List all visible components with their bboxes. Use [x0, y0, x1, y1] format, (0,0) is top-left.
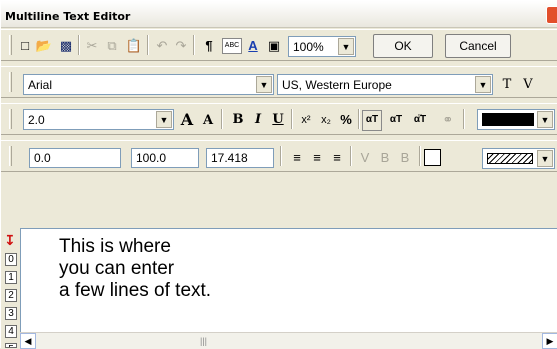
editor-line[interactable]: a few lines of text.: [59, 280, 211, 302]
line-number[interactable]: 5: [5, 343, 17, 348]
font-select[interactable]: Arial ▼: [23, 74, 274, 95]
text-height-value: 2.0: [28, 113, 45, 127]
true-type-font-icon[interactable]: T: [498, 76, 516, 94]
align-center-icon[interactable]: ≡: [308, 149, 326, 167]
align-right-icon[interactable]: ≡: [328, 149, 346, 167]
line-number[interactable]: 4: [5, 325, 17, 338]
language-value: US, Western Europe: [282, 78, 392, 92]
overline-icon[interactable]: α̈T: [411, 111, 429, 129]
line-number[interactable]: 1: [5, 271, 17, 284]
toolbar-separator: [291, 109, 293, 129]
toolbar-separator: [193, 35, 195, 55]
oblique-angle-field[interactable]: 0.0: [29, 148, 121, 168]
underline-icon[interactable]: U: [269, 111, 287, 129]
ok-button[interactable]: OK: [373, 34, 433, 58]
toolbar-format: 2.0 ▼ A A B I U x² x₂ % αT αT α̈T ⚭ ▼: [1, 103, 557, 135]
cancel-button[interactable]: Cancel: [445, 34, 511, 58]
vertical-text-icon[interactable]: V: [519, 76, 537, 94]
toolbar-separator: [350, 146, 352, 166]
toolbar-separator: [221, 109, 223, 129]
width-factor-value: 100.0: [136, 151, 167, 165]
background-mask-icon[interactable]: ▣: [265, 37, 283, 55]
horizontal-scrollbar[interactable]: ◀ ||| ▶: [20, 332, 557, 349]
increase-size-icon[interactable]: A: [178, 111, 196, 129]
tracking-field[interactable]: 17.418: [206, 148, 274, 168]
align-left-icon[interactable]: ≡: [288, 149, 306, 167]
redo-icon[interactable]: ↷: [172, 37, 190, 55]
oblique-angle-value: 0.0: [34, 151, 51, 165]
color-select[interactable]: ▼: [477, 109, 555, 130]
toolbar-separator: [463, 109, 465, 129]
undo-icon[interactable]: ↶: [153, 37, 171, 55]
save-icon[interactable]: ▩: [57, 37, 75, 55]
editor-line[interactable]: This is where: [59, 236, 171, 258]
vertical-align-top-icon[interactable]: V: [356, 149, 374, 167]
line-gutter: ↧ 0 1 2 3 4 5: [1, 228, 20, 349]
line-number[interactable]: 2: [5, 289, 17, 302]
decrease-size-icon[interactable]: A: [199, 112, 217, 130]
superscript-icon[interactable]: x²: [297, 111, 315, 129]
toolbar-spacing: 0.0 100.0 17.418 ≡ ≡ ≡ V B B ▼: [1, 140, 557, 172]
special-characters-icon[interactable]: ABC: [222, 38, 242, 54]
italic-icon[interactable]: I: [249, 111, 267, 129]
chevron-down-icon[interactable]: ▼: [256, 76, 272, 93]
lowercase-icon[interactable]: αT: [387, 111, 405, 129]
symbol-icon[interactable]: ⚭: [439, 111, 457, 129]
uppercase-icon[interactable]: αT: [362, 110, 382, 131]
toolbar-separator: [280, 146, 282, 166]
paragraph-icon[interactable]: ¶: [200, 37, 218, 55]
open-folder-icon[interactable]: 📂: [35, 37, 53, 55]
vertical-align-bottom-icon[interactable]: B: [396, 149, 414, 167]
vertical-align-middle-icon[interactable]: B: [376, 149, 394, 167]
toolbar-grip[interactable]: [9, 72, 12, 92]
line-number[interactable]: 0: [5, 253, 17, 266]
toolbar-grip[interactable]: [9, 109, 12, 129]
zoom-value: 100%: [293, 40, 324, 54]
toolbar-grip[interactable]: [9, 35, 12, 55]
toolbar-grip[interactable]: [9, 146, 12, 166]
scroll-right-icon[interactable]: ▶: [542, 333, 557, 349]
fill-pattern-select[interactable]: ▼: [482, 148, 555, 169]
cursor-marker-icon: ↧: [4, 232, 16, 248]
text-style-icon[interactable]: A: [244, 37, 262, 55]
frame-icon[interactable]: [424, 149, 441, 166]
toolbar-separator: [78, 35, 80, 55]
copy-icon[interactable]: ⧉: [103, 37, 121, 55]
editor-line[interactable]: you can enter: [59, 258, 174, 280]
language-select[interactable]: US, Western Europe ▼: [277, 74, 493, 95]
text-editor-area[interactable]: This is where you can enter a few lines …: [20, 228, 557, 349]
subscript-icon[interactable]: x₂: [317, 111, 335, 129]
font-value: Arial: [28, 78, 53, 92]
hatch-pattern-swatch: [487, 153, 533, 164]
title-bar: Multiline Text Editor: [1, 1, 557, 28]
chevron-down-icon[interactable]: ▼: [156, 111, 172, 128]
bold-icon[interactable]: B: [229, 111, 247, 129]
close-button[interactable]: [546, 6, 557, 24]
color-swatch: [482, 113, 534, 126]
cut-icon[interactable]: ✂: [83, 37, 101, 55]
paste-icon[interactable]: 📋: [125, 37, 143, 55]
scroll-thumb-grip[interactable]: |||: [200, 336, 207, 346]
chevron-down-icon[interactable]: ▼: [537, 150, 553, 167]
width-factor-field[interactable]: 100.0: [131, 148, 199, 168]
toolbar-font: Arial ▼ US, Western Europe ▼ T V: [1, 66, 557, 98]
text-height-select[interactable]: 2.0 ▼: [23, 109, 174, 130]
chevron-down-icon[interactable]: ▼: [537, 111, 553, 128]
toolbar-main: □ 📂 ▩ ✂ ⧉ 📋 ↶ ↷ ¶ ABC A ▣ 100% ▼ OK Canc…: [1, 29, 557, 61]
multiline-text-editor-window: Multiline Text Editor □ 📂 ▩ ✂ ⧉ 📋 ↶ ↷ ¶ …: [0, 0, 557, 349]
toolbar-separator: [358, 109, 360, 129]
scroll-left-icon[interactable]: ◀: [20, 333, 36, 349]
chevron-down-icon[interactable]: ▼: [475, 76, 491, 93]
toolbar-separator: [147, 35, 149, 55]
window-title: Multiline Text Editor: [5, 10, 131, 23]
chevron-down-icon[interactable]: ▼: [338, 38, 354, 55]
new-document-icon[interactable]: □: [16, 37, 34, 55]
zoom-select[interactable]: 100% ▼: [288, 36, 356, 57]
stack-fraction-icon[interactable]: %: [337, 111, 355, 129]
tracking-value: 17.418: [211, 151, 248, 165]
toolbar-separator: [419, 146, 421, 166]
line-number[interactable]: 3: [5, 307, 17, 320]
